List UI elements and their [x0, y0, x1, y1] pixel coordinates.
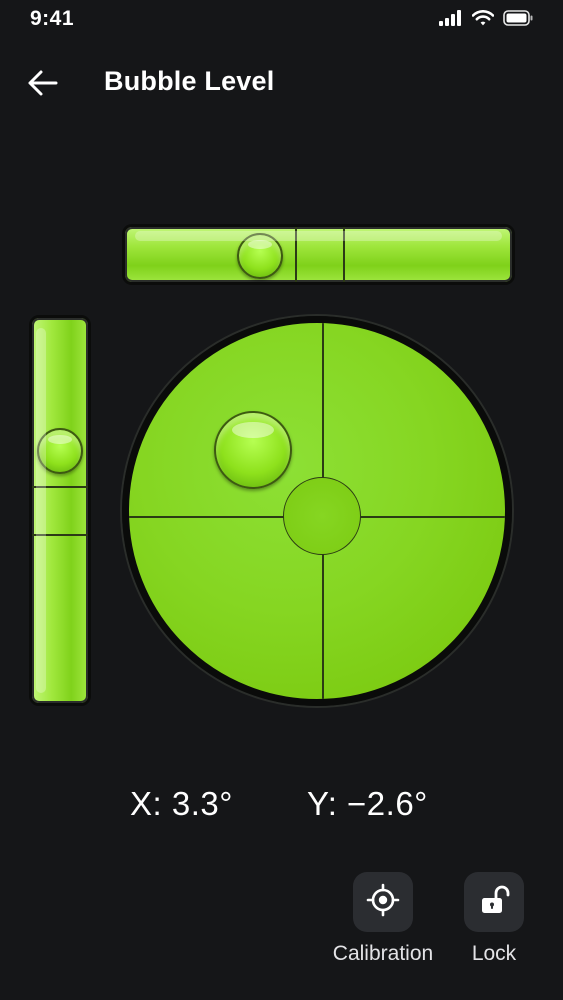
battery-icon — [503, 10, 533, 26]
x-angle-readout: X: 3.3° — [130, 785, 233, 822]
vial-mark-bottom — [32, 534, 88, 536]
calibration-label: Calibration — [332, 942, 434, 965]
back-button[interactable] — [22, 63, 64, 103]
bullseye-level — [122, 316, 512, 706]
status-icons — [439, 10, 533, 26]
vertical-vial — [29, 315, 91, 706]
horizontal-vial — [122, 224, 515, 285]
arrow-left-icon — [22, 70, 64, 107]
lock-label: Lock — [471, 942, 517, 965]
lock-icon-box[interactable] — [464, 872, 524, 932]
vial-mark-left — [295, 227, 297, 282]
vertical-bubble — [37, 428, 83, 474]
status-bar: 9:41 — [0, 0, 563, 40]
bullseye-bubble — [214, 411, 292, 489]
bubble-level-screen: 9:41 Bubble Level X: 3.3° Y: −2.6° Calib… — [0, 0, 563, 1000]
y-angle-readout: Y: −2.6° — [307, 785, 428, 822]
center-ring — [283, 477, 361, 555]
calibration-button[interactable]: Calibration — [323, 872, 443, 966]
vial-mark-top — [32, 486, 88, 488]
page-title: Bubble Level — [104, 66, 275, 96]
status-time: 9:41 — [30, 7, 75, 30]
app-header: Bubble Level — [0, 55, 563, 111]
signal-icon — [439, 10, 463, 26]
calibration-icon-box[interactable] — [353, 872, 413, 932]
angle-readouts: X: 3.3° Y: −2.6° — [0, 785, 563, 835]
wifi-icon — [472, 10, 494, 26]
crosshair-icon — [366, 883, 400, 922]
lock-button[interactable]: Lock — [434, 872, 554, 966]
horizontal-bubble — [237, 233, 283, 279]
unlock-icon — [477, 883, 511, 922]
vial-mark-right — [343, 227, 345, 282]
